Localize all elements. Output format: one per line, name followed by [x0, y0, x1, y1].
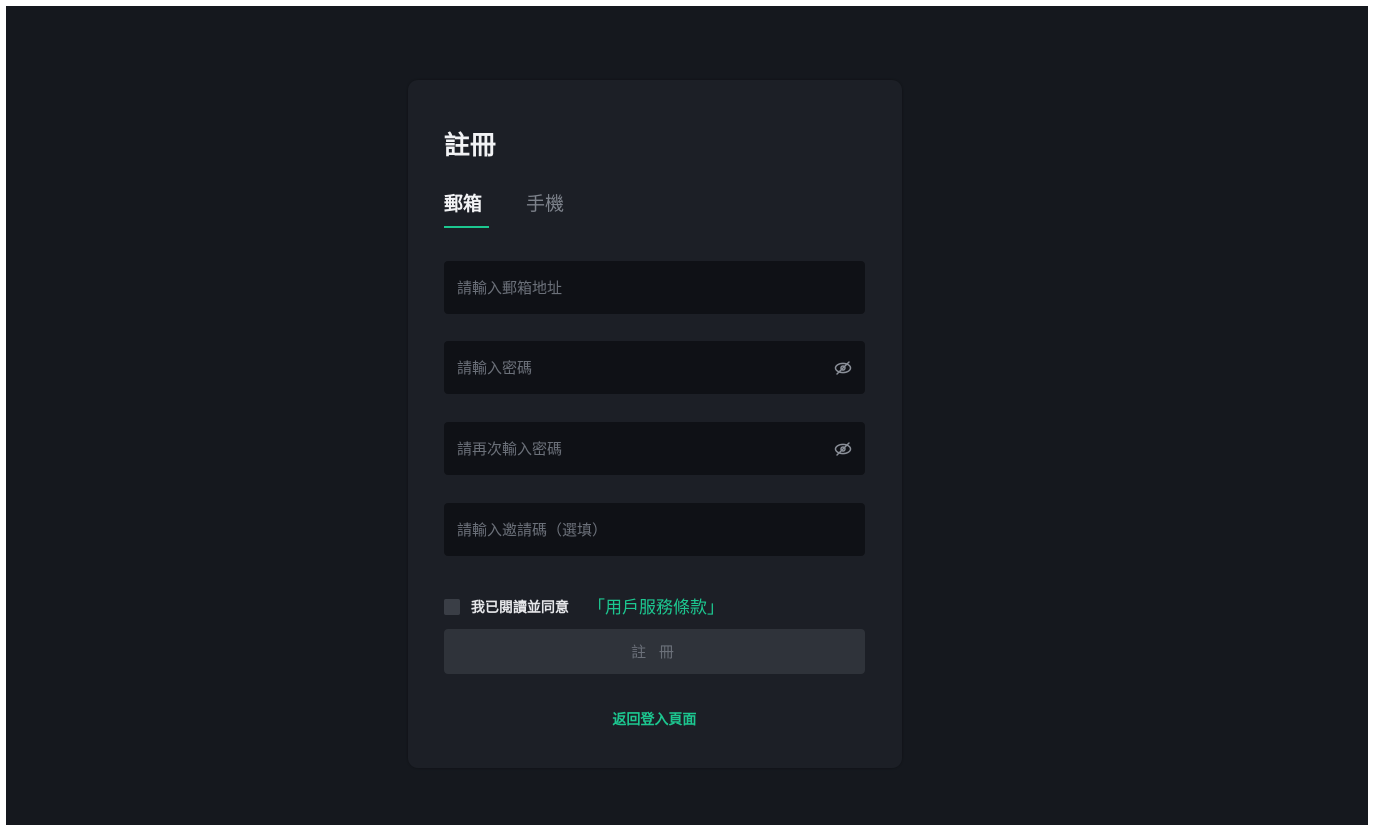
- email-field-container: [444, 261, 865, 314]
- password-field-container: [444, 341, 865, 394]
- eye-off-icon[interactable]: [833, 439, 853, 459]
- tab-email[interactable]: 郵箱: [444, 190, 482, 218]
- invite-code-field-container: [444, 503, 865, 556]
- tab-phone[interactable]: 手機: [526, 190, 564, 218]
- confirm-password-input[interactable]: [444, 422, 865, 475]
- page-background: 註冊 郵箱 手機 請輸入郵箱地址 請輸入邀請碼（選填） 我已閱讀並同意 「用戶服…: [6, 6, 1368, 825]
- eye-off-icon[interactable]: [833, 358, 853, 378]
- register-card: 註冊 郵箱 手機 請輸入郵箱地址 請輸入邀請碼（選填） 我已閱讀並同意 「用戶服…: [408, 80, 902, 768]
- agreement-checkbox[interactable]: [444, 599, 460, 615]
- page-title: 註冊: [444, 131, 497, 161]
- active-tab-indicator: [444, 226, 489, 228]
- invite-code-input[interactable]: [444, 503, 865, 556]
- terms-of-service-link[interactable]: 「用戶服務條款」: [588, 596, 724, 620]
- confirm-password-field-container: [444, 422, 865, 475]
- password-input[interactable]: [444, 341, 865, 394]
- agreement-text: 我已閱讀並同意: [471, 600, 569, 616]
- email-input[interactable]: [444, 261, 865, 314]
- back-to-login-link[interactable]: 返回登入頁面: [444, 710, 865, 730]
- register-button[interactable]: 註 冊: [444, 629, 865, 674]
- register-method-tabs: 郵箱 手機: [444, 190, 864, 232]
- agreement-row: 我已閱讀並同意 「用戶服務條款」: [444, 596, 865, 620]
